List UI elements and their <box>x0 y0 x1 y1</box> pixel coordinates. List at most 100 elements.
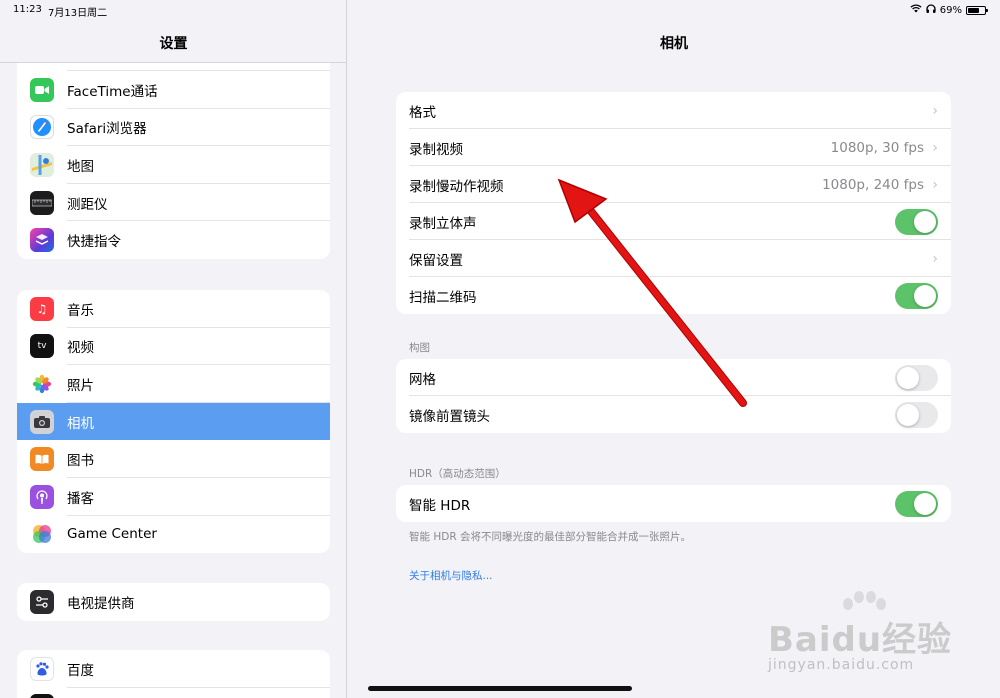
camera-main-group: 格式 › 录制视频 1080p, 30 fps › 录制慢动作视频 1080p,… <box>396 92 951 314</box>
grid-toggle[interactable] <box>895 364 938 391</box>
sidebar-item-label: Game Center <box>67 526 157 543</box>
row-label: 录制立体声 <box>409 215 477 232</box>
sidebar-item-label: 电视提供商 <box>67 595 135 612</box>
facetime-icon <box>30 77 54 102</box>
toggle-knob <box>914 284 936 307</box>
preserve-settings-row[interactable]: 保留设置 › <box>396 240 951 277</box>
sidebar-item-maps[interactable]: 地图 <box>17 146 330 184</box>
sidebar-item-camera[interactable]: 相机 <box>17 402 330 441</box>
toggle-knob <box>897 366 919 389</box>
wifi-icon <box>910 4 922 16</box>
music-icon: ♫ <box>30 296 54 321</box>
sidebar-item-facetime[interactable]: FaceTime通话 <box>17 71 330 109</box>
sidebar-item-label: 相机 <box>67 415 94 432</box>
home-indicator[interactable] <box>368 686 632 691</box>
hdr-header: HDR（高动态范围） <box>409 468 506 480</box>
status-indicators: 69% <box>910 4 988 16</box>
battery-percent: 69% <box>939 4 962 16</box>
baidu-icon <box>30 656 54 681</box>
sidebar-item-label: FaceTime通话 <box>67 83 158 100</box>
sidebar-item-photos[interactable]: 照片 <box>17 365 330 403</box>
row-label: 网格 <box>409 371 436 388</box>
tv-icon: tv <box>30 334 54 359</box>
sidebar-item-podcasts[interactable]: 播客 <box>17 478 330 516</box>
podcasts-icon <box>30 484 54 509</box>
sidebar-item-label: 百度 <box>67 662 94 679</box>
row-label: 录制视频 <box>409 141 463 158</box>
row-label: 扫描二维码 <box>409 289 477 306</box>
watermark-url: jingyan.baidu.com <box>768 657 915 673</box>
row-label: 保留设置 <box>409 252 463 269</box>
smart-hdr-toggle[interactable] <box>895 490 938 517</box>
smart-hdr-footnote: 智能 HDR 会将不同曝光度的最佳部分智能合并成一张照片。 <box>409 531 691 543</box>
record-video-row[interactable]: 录制视频 1080p, 30 fps › <box>396 129 951 166</box>
sidebar-item-label: 地图 <box>67 158 94 175</box>
sidebar-item-shortcuts[interactable]: 快捷指令 <box>17 221 330 259</box>
sidebar-item-tv[interactable]: tv 视频 <box>17 328 330 366</box>
headphones-icon <box>926 4 936 16</box>
sidebar-item-label: 播客 <box>67 490 94 507</box>
formats-row[interactable]: 格式 › <box>396 92 951 129</box>
toggle-knob <box>897 403 919 426</box>
composition-header: 构图 <box>409 342 430 354</box>
scan-qr-row: 扫描二维码 <box>396 277 951 314</box>
sidebar-item-tv-provider[interactable]: 电视提供商 <box>17 583 330 621</box>
scan-qr-toggle[interactable] <box>895 282 938 309</box>
sidebar-item-game-center[interactable]: Game Center <box>17 516 330 554</box>
smart-hdr-row: 智能 HDR <box>396 485 951 522</box>
sidebar-item-measure[interactable]: 测距仪 <box>17 184 330 222</box>
sidebar-item-safari[interactable]: Safari浏览器 <box>17 109 330 147</box>
page-title: 相机 <box>660 36 688 52</box>
chevron-right-icon: › <box>932 139 938 156</box>
sidebar-item-label: 视频 <box>67 340 94 357</box>
sidebar-group-2: ♫ 音乐 tv 视频 照片 相机 图书 播客 Game Center <box>17 290 330 554</box>
photos-icon <box>30 371 54 396</box>
grid-row: 网格 <box>396 359 951 396</box>
sidebar-group-4: 百度 <box>17 650 330 698</box>
sidebar-group-3: 电视提供商 <box>17 583 330 621</box>
toggle-knob <box>914 210 936 233</box>
composition-group: 网格 镜像前置镜头 <box>396 359 951 433</box>
mirror-front-toggle[interactable] <box>895 401 938 428</box>
shortcuts-icon <box>30 228 54 253</box>
tv-provider-icon <box>30 589 54 614</box>
sidebar-item-label: 照片 <box>67 377 94 394</box>
mirror-front-row: 镜像前置镜头 <box>396 396 951 433</box>
sidebar-item-baidu[interactable]: 百度 <box>17 650 330 688</box>
settings-sidebar: 设置 FaceTime通话 Safari浏览器 地图 测距仪 快捷指令 ♫ 音乐… <box>0 0 347 698</box>
row-label: 镜像前置镜头 <box>409 408 490 425</box>
app-icon <box>30 694 54 698</box>
game-center-icon <box>30 522 54 547</box>
record-stereo-row: 录制立体声 <box>396 203 951 240</box>
record-stereo-toggle[interactable] <box>895 208 938 235</box>
row-label: 格式 <box>409 104 436 121</box>
measure-icon <box>30 190 54 215</box>
status-bar: 11:23 7月13日周二 69% <box>0 0 1000 20</box>
row-value: 1080p, 30 fps <box>830 139 924 156</box>
sidebar-item-label: Safari浏览器 <box>67 121 147 138</box>
sidebar-item-music[interactable]: ♫ 音乐 <box>17 290 330 328</box>
row-label: 智能 HDR <box>409 497 471 514</box>
hdr-group: 智能 HDR <box>396 485 951 522</box>
sidebar-group-1: FaceTime通话 Safari浏览器 地图 测距仪 快捷指令 <box>17 54 330 259</box>
record-slomo-row[interactable]: 录制慢动作视频 1080p, 240 fps › <box>396 166 951 203</box>
sidebar-item-label: 测距仪 <box>67 196 108 213</box>
sidebar-item-partial-bottom <box>17 688 330 698</box>
sidebar-item-books[interactable]: 图书 <box>17 440 330 478</box>
chevron-right-icon: › <box>932 176 938 193</box>
sidebar-item-label: 图书 <box>67 453 94 470</box>
row-label: 录制慢动作视频 <box>409 178 504 195</box>
status-time: 11:23 <box>13 4 42 15</box>
chevron-right-icon: › <box>932 102 938 119</box>
maps-icon <box>30 152 54 177</box>
chevron-right-icon: › <box>932 250 938 267</box>
sidebar-title: 设置 <box>159 36 188 52</box>
camera-icon <box>30 409 54 434</box>
safari-icon <box>30 115 54 140</box>
books-icon <box>30 447 54 472</box>
camera-privacy-link[interactable]: 关于相机与隐私... <box>409 568 493 583</box>
sidebar-item-label: 快捷指令 <box>67 234 121 251</box>
watermark-brand: Baidu经验 <box>768 620 953 660</box>
toggle-knob <box>914 492 936 515</box>
status-date: 7月13日周二 <box>48 8 108 19</box>
